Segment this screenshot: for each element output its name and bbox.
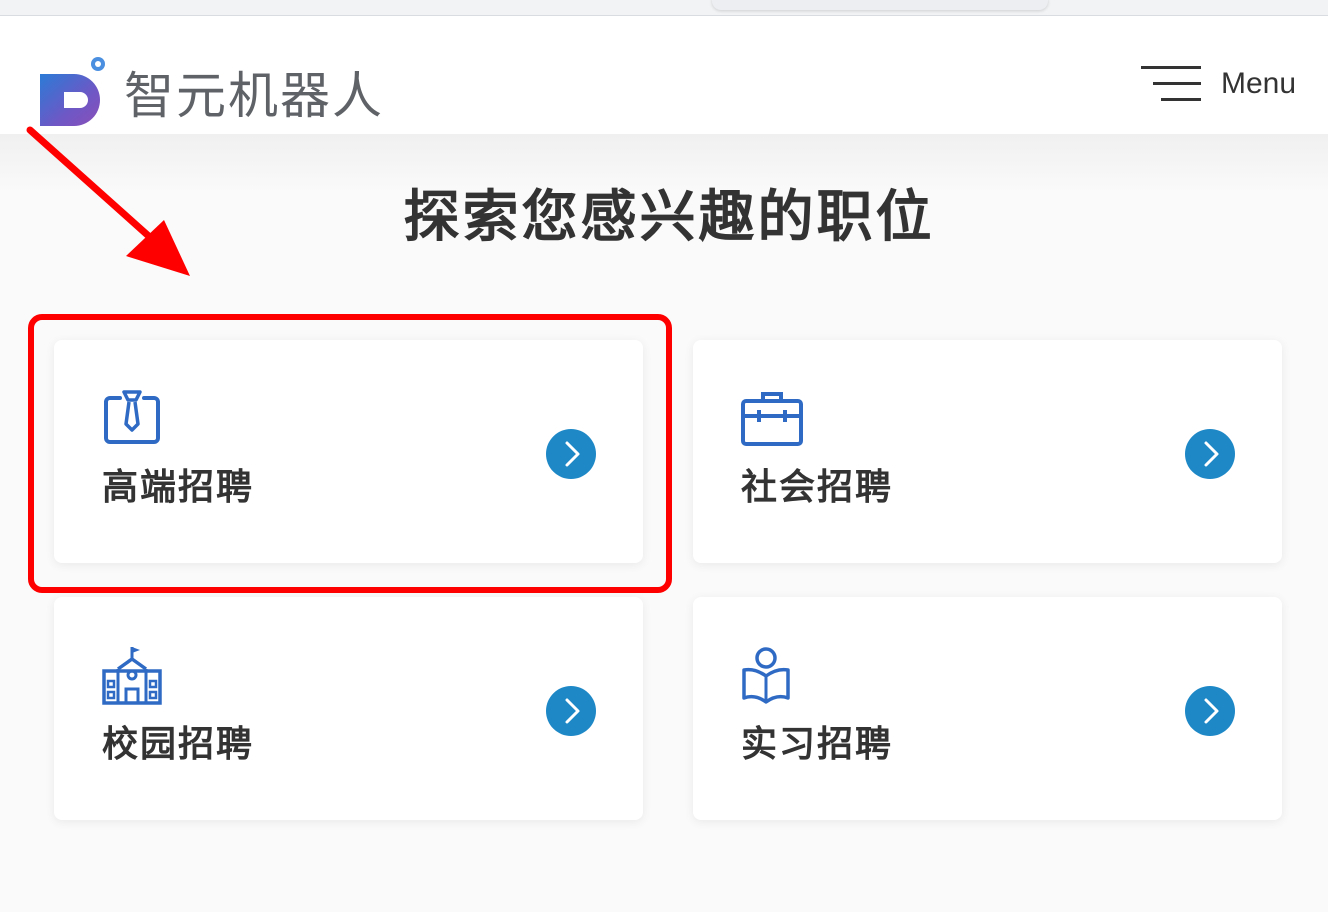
brand-name[interactable]: 智元机器人 [124, 64, 384, 128]
chevron-right-icon[interactable] [546, 686, 596, 736]
card-label: 社会招聘 [741, 467, 894, 508]
browser-top-strip [0, 0, 1328, 16]
card-campus-recruitment[interactable]: 校园招聘 [54, 597, 643, 820]
card-label: 实习招聘 [741, 724, 894, 765]
page-title: 探索您感兴趣的职位 [403, 185, 935, 250]
card-label: 校园招聘 [102, 724, 255, 765]
school-icon [102, 647, 162, 705]
menu-button[interactable]: Menu [1140, 58, 1296, 110]
brand-logo[interactable] [38, 56, 108, 128]
menu-label[interactable]: Menu [1221, 67, 1296, 101]
card-label: 高端招聘 [102, 467, 255, 508]
card-executive-recruitment[interactable]: 高端招聘 [54, 340, 643, 563]
chevron-right-icon[interactable] [1185, 429, 1235, 479]
card-internship-recruitment[interactable]: 实习招聘 [693, 597, 1282, 820]
site-header: 智元机器人 Menu [0, 16, 1328, 134]
tie-icon [104, 390, 160, 444]
reading-person-icon [742, 647, 790, 704]
chevron-right-icon[interactable] [546, 429, 596, 479]
card-social-recruitment[interactable]: 社会招聘 [693, 340, 1282, 563]
hamburger-icon[interactable] [1140, 64, 1201, 104]
briefcase-icon [741, 392, 803, 446]
address-bar[interactable] [712, 0, 1048, 10]
chevron-right-icon[interactable] [1185, 686, 1235, 736]
